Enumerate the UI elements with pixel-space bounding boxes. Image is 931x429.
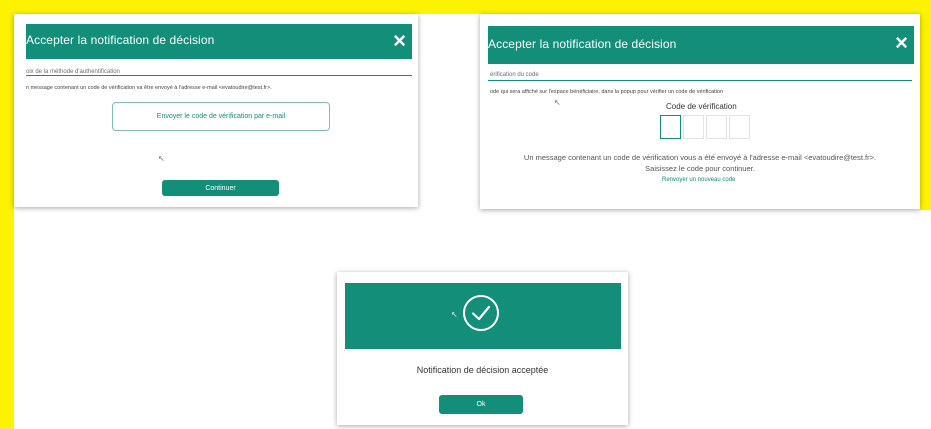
code-label: Code de vérification xyxy=(666,102,737,111)
yellow-frame-right xyxy=(919,0,931,210)
continue-button[interactable]: Continuer xyxy=(162,180,279,196)
verification-message: Un message contenant un code de vérifica… xyxy=(523,153,877,162)
info-text: n message contenant un code de vérificat… xyxy=(26,85,272,91)
yellow-frame-left xyxy=(0,0,14,429)
close-icon[interactable]: × xyxy=(895,28,908,58)
yellow-frame-top xyxy=(0,0,931,14)
section-divider xyxy=(488,80,912,81)
success-banner: ↖ xyxy=(345,283,621,349)
auth-method-dialog: Accepter la notification de décision × o… xyxy=(14,14,418,207)
success-dialog: ↖ Notification de décision acceptée Ok xyxy=(337,272,628,425)
code-digit-input-2[interactable] xyxy=(683,115,704,139)
section-divider xyxy=(26,75,412,76)
check-circle-icon xyxy=(463,295,499,331)
dialog-title: Accepter la notification de décision xyxy=(488,37,677,51)
dialog-header: Accepter la notification de décision × xyxy=(26,24,412,59)
info-text: ode qui sera affiché sur l'espace bénéfi… xyxy=(490,89,724,95)
code-digit-input-3[interactable] xyxy=(706,115,727,139)
resend-code-link[interactable]: Renvoyer un nouveau code xyxy=(662,177,735,183)
success-message: Notification de décision acceptée xyxy=(416,365,549,375)
close-icon[interactable]: × xyxy=(393,26,406,56)
mouse-cursor-icon: ↖ xyxy=(451,310,458,319)
code-digit-input-4[interactable] xyxy=(729,115,750,139)
mouse-cursor-icon: ↖ xyxy=(554,98,561,107)
section-label: érification du code xyxy=(490,72,539,78)
code-verification-dialog: Accepter la notification de décision × é… xyxy=(480,14,920,209)
verification-instruction: Saisissez le code pour continuer. xyxy=(645,164,755,173)
ok-button[interactable]: Ok xyxy=(439,395,523,414)
dialog-title: Accepter la notification de décision xyxy=(26,33,215,47)
code-digit-input-1[interactable] xyxy=(660,115,681,139)
dialog-header: Accepter la notification de décision × xyxy=(488,26,914,64)
send-email-code-button[interactable]: Envoyer le code de vérification par e-ma… xyxy=(112,102,330,131)
mouse-cursor-icon: ↖ xyxy=(158,154,165,163)
